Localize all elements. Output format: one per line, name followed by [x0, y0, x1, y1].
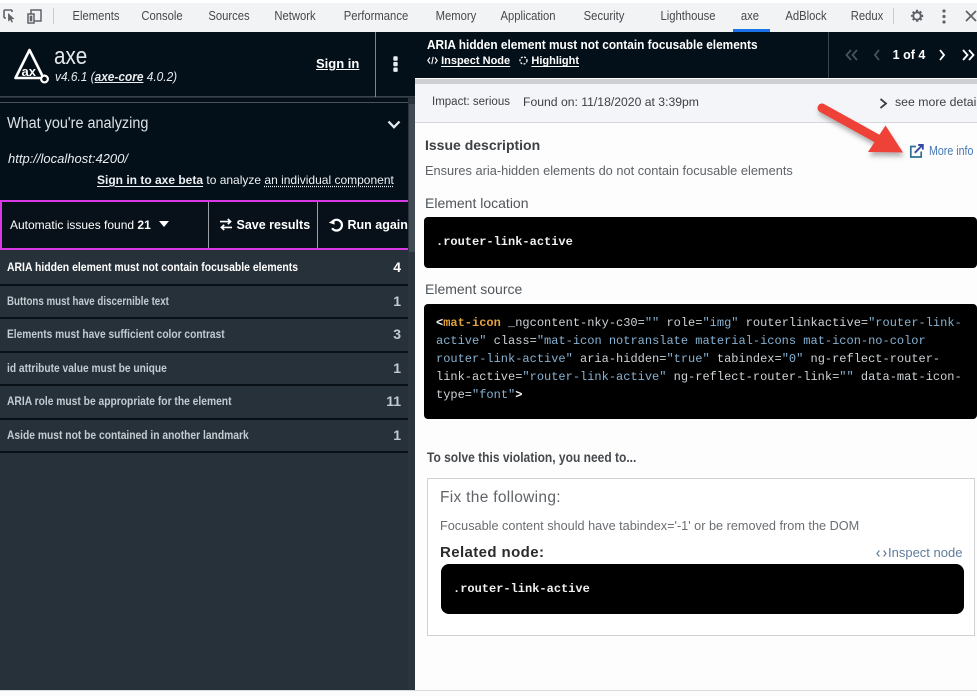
svg-text:ax: ax — [22, 64, 37, 79]
